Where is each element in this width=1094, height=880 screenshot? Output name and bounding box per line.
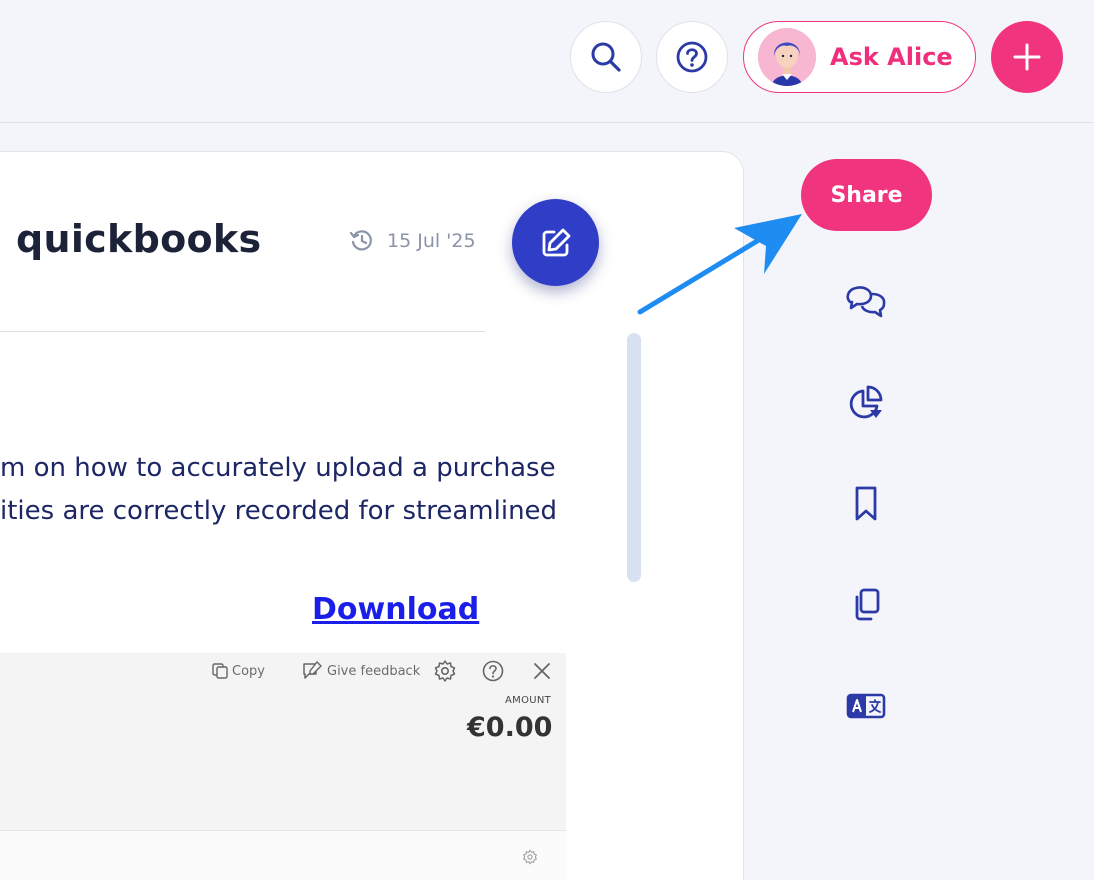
body-line: ities are correctly recorded for streaml… [0, 496, 558, 526]
search-icon [591, 42, 621, 72]
question-icon [482, 660, 504, 682]
copy-label: Copy [232, 663, 265, 679]
top-bar: Ask Alice [0, 0, 1094, 123]
add-button[interactable] [991, 21, 1063, 93]
bookmark-icon [855, 486, 877, 521]
ask-alice-button[interactable]: Ask Alice [743, 21, 976, 93]
share-button[interactable]: Share [801, 159, 932, 231]
copy-icon [855, 588, 880, 621]
document-date-text: 15 Jul '25 [387, 230, 476, 252]
translate-icon [846, 693, 886, 719]
search-button[interactable] [570, 21, 642, 93]
help-action [481, 658, 505, 684]
translate-button[interactable] [844, 684, 888, 728]
body-line: m on how to accurately upload a purchase [0, 453, 556, 483]
comments-button[interactable] [844, 280, 888, 324]
close-action [530, 658, 554, 684]
title-divider [0, 331, 485, 332]
amount-value: €0.00 [467, 712, 553, 743]
download-link[interactable]: Download [312, 592, 479, 627]
pie-chart-icon [849, 385, 883, 419]
feedback-action: Give feedback [301, 658, 420, 684]
copy-icon [212, 663, 228, 679]
help-circle-icon [676, 41, 708, 73]
bookmark-button[interactable] [844, 482, 888, 526]
analytics-button[interactable] [844, 381, 888, 425]
plus-icon [1013, 43, 1041, 71]
gear-icon-small [522, 849, 538, 865]
settings-action [433, 658, 457, 684]
embedded-lower-panel [0, 830, 566, 880]
document-body: m on how to accurately upload a purchase… [0, 447, 600, 533]
document-date: 15 Jul '25 [349, 228, 476, 254]
history-icon [349, 230, 372, 251]
gear-icon [434, 660, 456, 682]
duplicate-button[interactable] [844, 583, 888, 627]
alice-avatar [758, 28, 816, 86]
edit-icon [542, 228, 570, 256]
feedback-icon [303, 660, 322, 679]
pointer-arrow-icon [637, 214, 802, 315]
edit-button[interactable] [512, 199, 599, 286]
amount-label: AMOUNT [505, 695, 552, 706]
copy-action: Copy [211, 658, 265, 684]
close-icon [534, 663, 550, 679]
comments-icon [846, 286, 886, 318]
feedback-label: Give feedback [327, 663, 421, 679]
ask-alice-label: Ask Alice [830, 43, 953, 71]
help-button[interactable] [656, 21, 728, 93]
document-title: n quickbooks [0, 217, 261, 261]
document-title-text: quickbooks [16, 217, 262, 261]
document-scrollbar[interactable] [627, 333, 641, 582]
